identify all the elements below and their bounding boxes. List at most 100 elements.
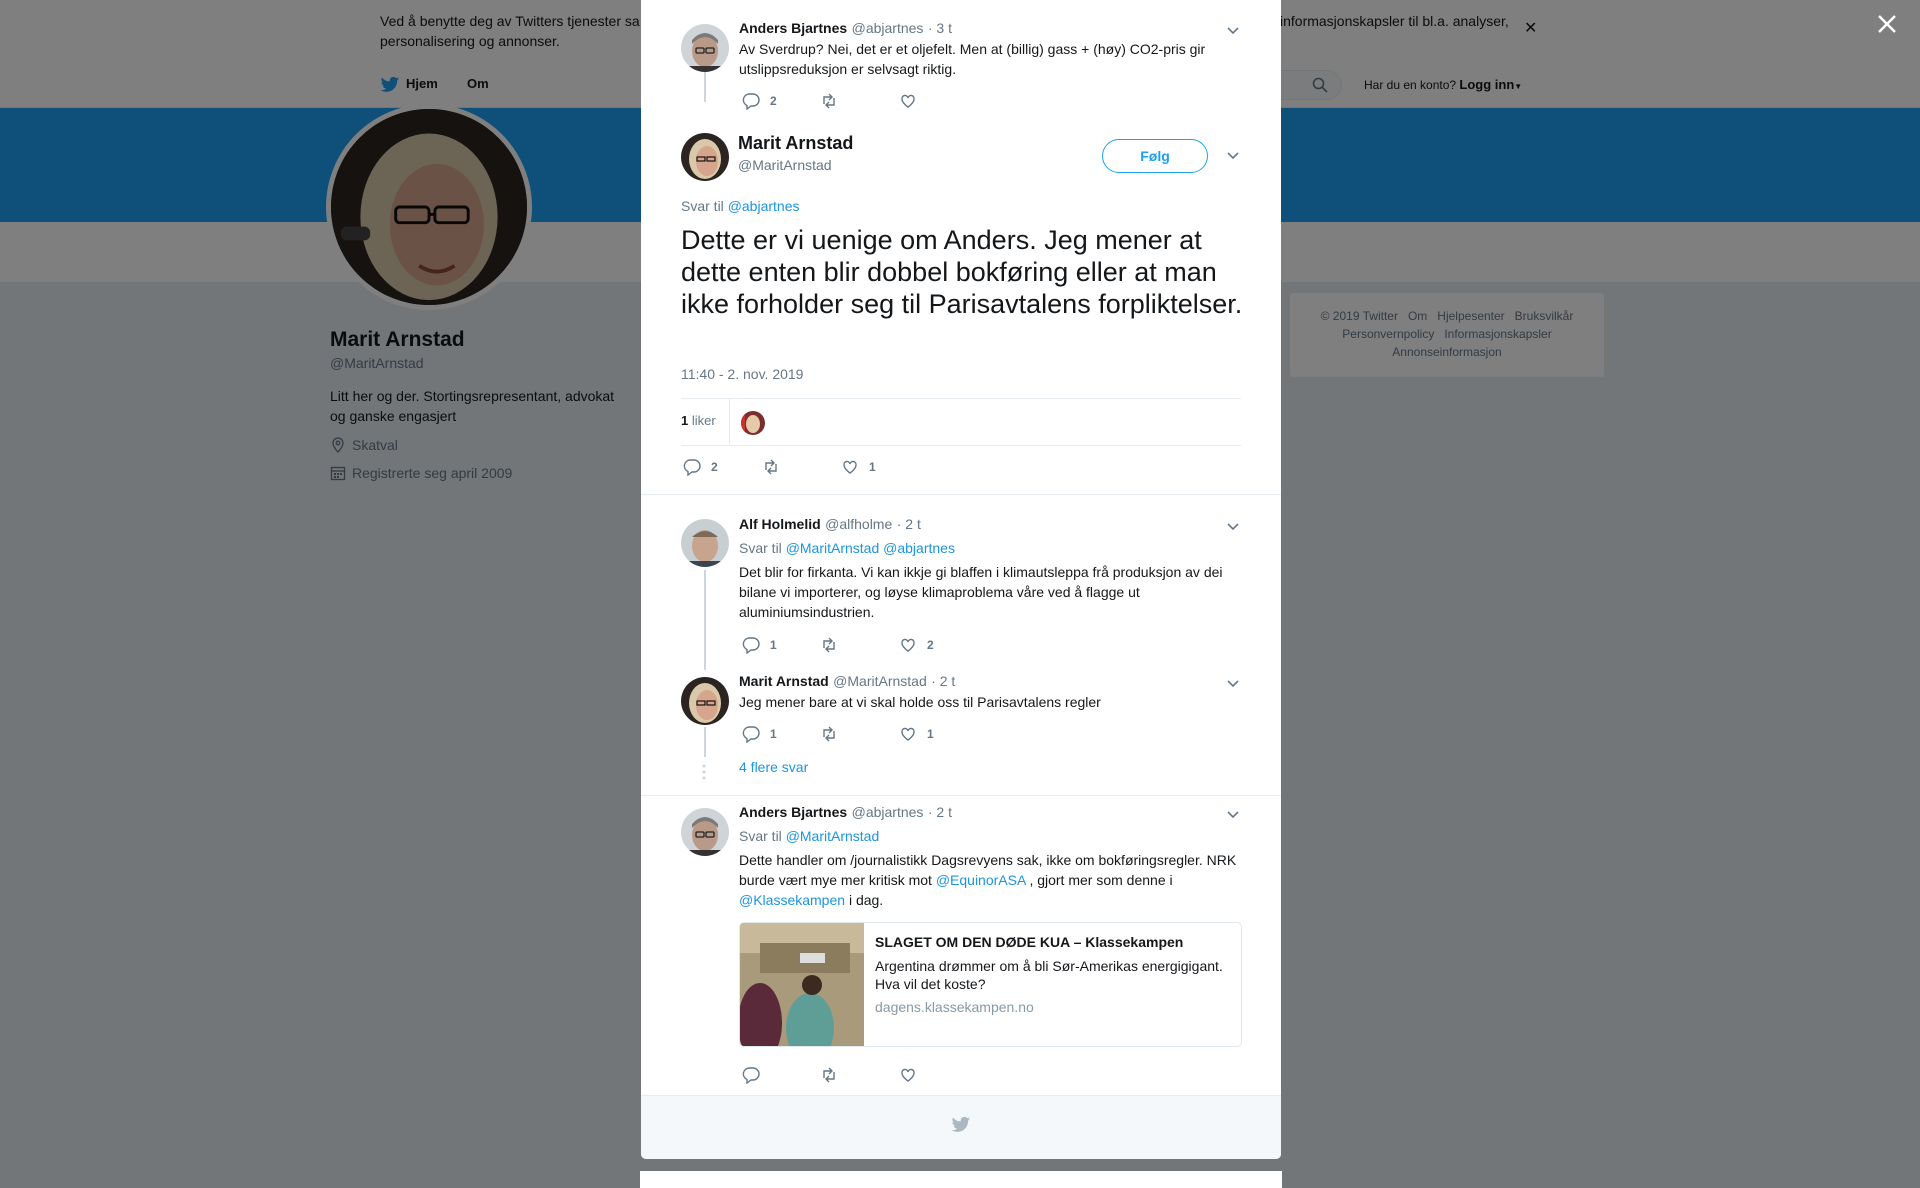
reply-context: Svar til @MaritArnstad @abjartnes: [739, 540, 955, 556]
like-button[interactable]: 1: [841, 458, 876, 476]
more-dots-icon: [702, 764, 706, 780]
chevron-down-icon[interactable]: [1226, 148, 1240, 162]
tweet-text-line: utslippsreduksjon er selvsagt riktig.: [739, 61, 957, 77]
retweet-icon: [823, 637, 835, 653]
reply-prefix: Svar til: [739, 828, 782, 844]
tweet-text: Jeg mener bare at vi skal holde oss til …: [739, 694, 1101, 710]
show-more-replies-link[interactable]: 4 flere svar: [739, 759, 808, 775]
mention-link[interactable]: @EquinorASA: [936, 872, 1026, 888]
reply-button[interactable]: [742, 1066, 760, 1084]
modal-footer: [641, 1095, 1281, 1159]
heart-icon: [843, 460, 857, 474]
chevron-down-icon[interactable]: [1226, 519, 1240, 533]
tweet-author-handle[interactable]: @abjartnes: [852, 804, 924, 820]
like-count: 2: [927, 638, 934, 652]
tweet-author-name[interactable]: Anders Bjartnes: [739, 20, 847, 36]
tweet-text-part: , gjort mer som denne i: [1029, 872, 1173, 888]
divider: [641, 494, 1281, 495]
tweet-author-name[interactable]: Alf Holmelid: [739, 516, 821, 532]
reply-context: Svar til @MaritArnstad: [739, 828, 879, 844]
tweet-time[interactable]: · 2 t: [931, 673, 955, 689]
like-count: 1: [927, 727, 934, 741]
thread-line: [704, 570, 706, 670]
retweet-button[interactable]: [762, 458, 780, 476]
reply-count: 2: [770, 94, 777, 108]
heart-icon: [901, 727, 915, 741]
likes-count: 1: [681, 413, 689, 428]
retweet-icon: [823, 93, 835, 109]
heart-icon: [901, 1068, 915, 1082]
reply-context: Svar til @abjartnes: [681, 198, 800, 214]
avatar[interactable]: [681, 677, 729, 725]
reply-button[interactable]: 1: [742, 636, 777, 654]
chevron-down-icon[interactable]: [1226, 807, 1240, 821]
avatar[interactable]: [681, 24, 729, 72]
reply-button[interactable]: 1: [742, 725, 777, 743]
chevron-down-icon[interactable]: [1226, 23, 1240, 37]
reply-button[interactable]: 2: [683, 458, 718, 476]
like-button[interactable]: [899, 1066, 917, 1084]
reply-icon: [742, 726, 760, 743]
tweet-author-name[interactable]: Anders Bjartnes: [739, 804, 847, 820]
tweet-time[interactable]: · 3 t: [928, 20, 952, 36]
tweet-modal: Anders Bjartnes @abjartnes · 3 t Av Sver…: [641, 0, 1281, 1159]
tweet-time[interactable]: · 2 t: [897, 516, 921, 532]
reply-icon: [742, 93, 760, 110]
mention-link[interactable]: @MaritArnstad: [786, 828, 880, 844]
retweet-icon: [765, 459, 777, 475]
tweet-author-handle[interactable]: @abjartnes: [852, 20, 924, 36]
like-button[interactable]: [899, 92, 917, 110]
mention-link[interactable]: @Klassekampen: [739, 892, 845, 908]
reply-button[interactable]: 2: [742, 92, 777, 110]
tweet-author-handle[interactable]: @MaritArnstad: [738, 157, 832, 173]
heart-icon: [901, 94, 915, 108]
thread-line: [704, 72, 706, 102]
like-button[interactable]: 1: [899, 725, 934, 743]
likes-label: liker: [691, 413, 716, 428]
tweet-text: Av Sverdrup? Nei, det er et oljefelt. Me…: [739, 39, 1239, 79]
tweet-text: Dette handler om /journalistikk Dagsrevy…: [739, 850, 1244, 910]
retweet-button[interactable]: [820, 1066, 838, 1084]
tweet-author-handle[interactable]: @MaritArnstad: [833, 673, 927, 689]
divider: [641, 795, 1281, 796]
card-title: SLAGET OM DEN DØDE KUA – Klassekampen: [875, 934, 1184, 950]
liker-avatar[interactable]: [741, 411, 765, 435]
retweet-icon: [823, 1067, 835, 1083]
avatar[interactable]: [681, 519, 729, 567]
tweet-author-name[interactable]: Marit Arnstad: [739, 673, 829, 689]
link-card[interactable]: SLAGET OM DEN DØDE KUA – Klassekampen Ar…: [739, 922, 1242, 1047]
tweet-time[interactable]: · 2 t: [928, 804, 952, 820]
chevron-down-icon[interactable]: [1226, 676, 1240, 690]
tweet-timestamp[interactable]: 11:40 - 2. nov. 2019: [681, 366, 803, 382]
tweet-author-handle[interactable]: @alfholme: [825, 516, 892, 532]
tweet-header: Alf Holmelid @alfholme · 2 t: [739, 516, 921, 534]
retweet-button[interactable]: [820, 636, 838, 654]
reply-prefix: Svar til: [681, 198, 724, 214]
next-modal-edge: [640, 1171, 1282, 1188]
close-icon[interactable]: [1875, 12, 1899, 36]
heart-icon: [901, 638, 915, 652]
tweet-header: Marit Arnstad @MaritArnstad · 2 t: [739, 673, 955, 691]
reply-icon: [683, 459, 701, 476]
reply-count: 1: [770, 638, 777, 652]
tweet-text-line: Av Sverdrup? Nei, det er et oljefelt. Me…: [739, 41, 1206, 57]
mention-link[interactable]: @MaritArnstad @abjartnes: [786, 540, 955, 556]
reply-prefix: Svar til: [739, 540, 782, 556]
tweet-text: Det blir for firkanta. Vi kan ikkje gi b…: [739, 564, 1223, 620]
follow-button[interactable]: Følg: [1102, 139, 1208, 173]
retweet-button[interactable]: [820, 92, 838, 110]
likes-stat[interactable]: 1 liker: [681, 413, 716, 428]
reply-icon: [742, 1067, 760, 1084]
reply-count: 2: [711, 460, 718, 474]
tweet-header: Anders Bjartnes @abjartnes · 2 t: [739, 804, 952, 822]
stats-divider: [729, 399, 730, 445]
like-button[interactable]: 2: [899, 636, 934, 654]
mention-link[interactable]: @abjartnes: [728, 198, 800, 214]
reply-count: 1: [770, 727, 777, 741]
tweet-author-name[interactable]: Marit Arnstad: [738, 133, 853, 154]
avatar[interactable]: [681, 808, 729, 856]
retweet-button[interactable]: [820, 725, 838, 743]
retweet-icon: [823, 726, 835, 742]
avatar[interactable]: [681, 133, 729, 181]
tweet-stats: 1 liker: [681, 398, 1241, 446]
